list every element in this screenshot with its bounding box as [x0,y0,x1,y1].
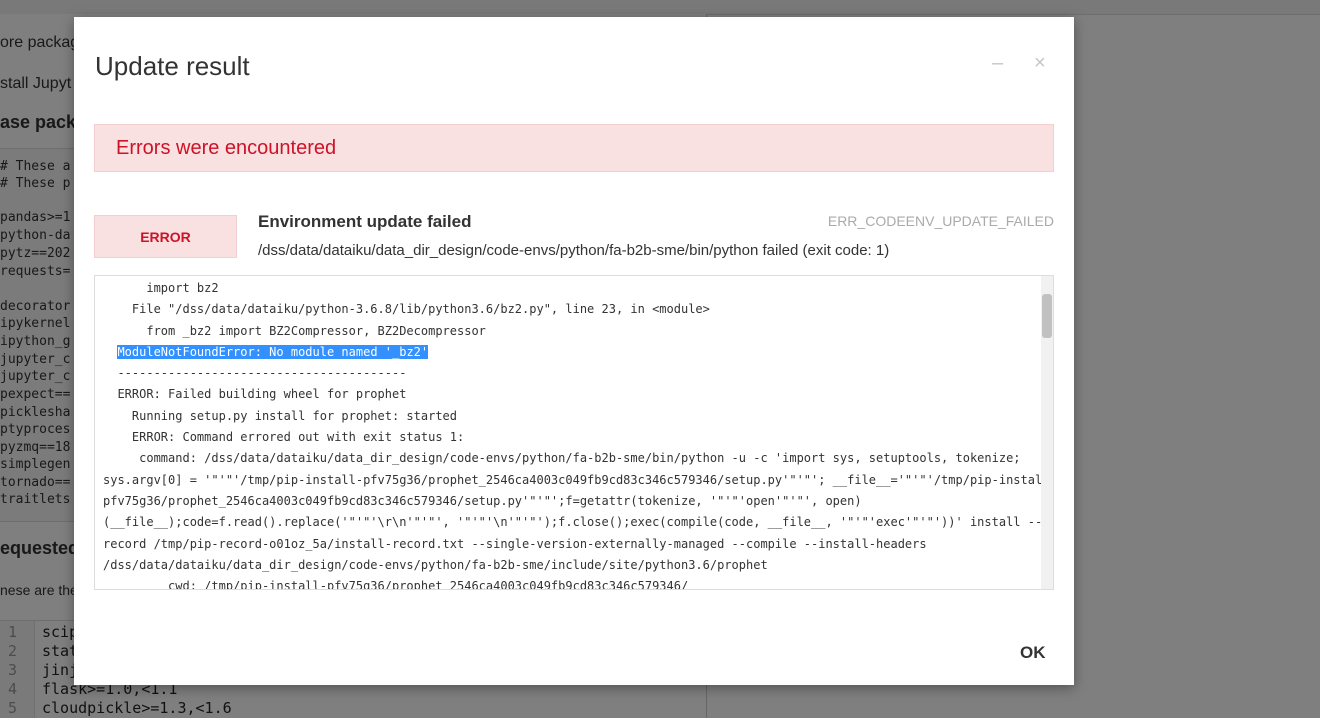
log-scrollbar-thumb[interactable] [1042,294,1052,338]
selected-log-text: ModuleNotFoundError: No module named '_b… [117,344,429,359]
error-severity-badge: ERROR [94,215,237,258]
dialog-title: Update result [95,51,250,81]
log-scrollbar[interactable] [1041,276,1053,589]
error-log-box[interactable]: import bz2 File "/dss/data/dataiku/pytho… [94,275,1054,590]
error-log[interactable]: import bz2 File "/dss/data/dataiku/pytho… [103,276,1054,590]
close-icon[interactable]: × [1034,51,1046,75]
log-after: ----------------------------------------… [103,366,1054,590]
app-page: ore packag stall Jupyt ase packa equeste… [0,0,1320,718]
minimize-icon[interactable]: – [992,51,1003,75]
update-result-dialog: Update result – × Errors were encountere… [74,17,1074,685]
ok-button[interactable]: OK [1014,639,1052,667]
error-title: Environment update failed [258,212,472,231]
error-message: /dss/data/dataiku/data_dir_design/code-e… [258,242,890,259]
error-alert: Errors were encountered [94,124,1054,172]
alert-text: Errors were encountered [116,137,337,159]
error-code: ERR_CODEENV_UPDATE_FAILED [827,213,1054,229]
